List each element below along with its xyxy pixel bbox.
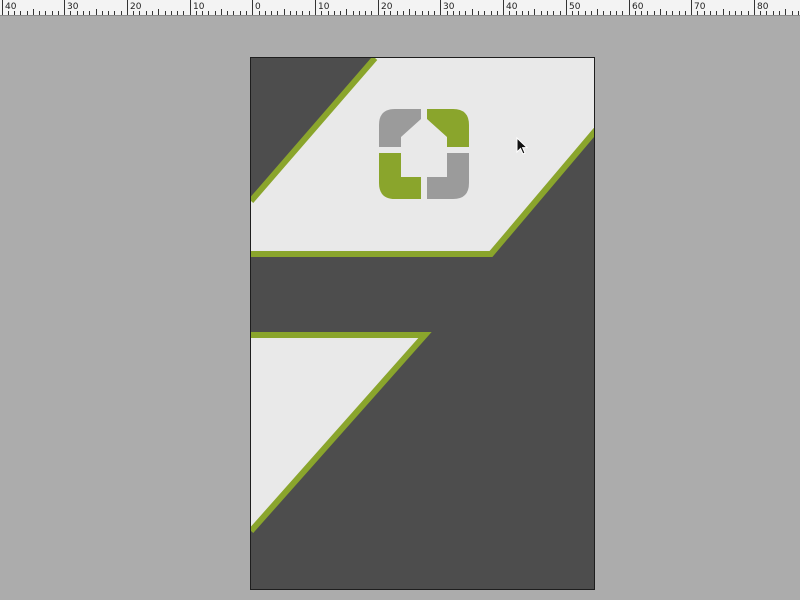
page-artwork <box>251 58 595 533</box>
ruler-label: 80 <box>757 2 769 12</box>
ruler-label: 60 <box>632 2 644 12</box>
horizontal-ruler[interactable]: 40 30 20 10 0 10 20 30 40 50 60 70 80 <box>0 0 800 16</box>
ruler-label: 70 <box>694 2 706 12</box>
ruler-label: 50 <box>569 2 581 12</box>
ruler-label: 30 <box>443 2 455 12</box>
canvas-area[interactable] <box>0 16 800 600</box>
ruler-label: 40 <box>5 2 17 12</box>
top-light-panel[interactable] <box>251 58 595 256</box>
ruler-label: 40 <box>506 2 518 12</box>
ruler-label: 10 <box>318 2 330 12</box>
ruler-scale: 40 30 20 10 0 10 20 30 40 50 60 70 80 <box>2 0 799 15</box>
ruler-label: 20 <box>381 2 393 12</box>
ruler-ticks <box>2 0 799 15</box>
ruler-label: 0 <box>255 2 261 12</box>
ruler-label: 20 <box>130 2 142 12</box>
document-page[interactable] <box>250 57 595 590</box>
arrow-cursor-icon <box>516 137 529 155</box>
ruler-label: 10 <box>193 2 205 12</box>
ruler-label: 30 <box>67 2 79 12</box>
